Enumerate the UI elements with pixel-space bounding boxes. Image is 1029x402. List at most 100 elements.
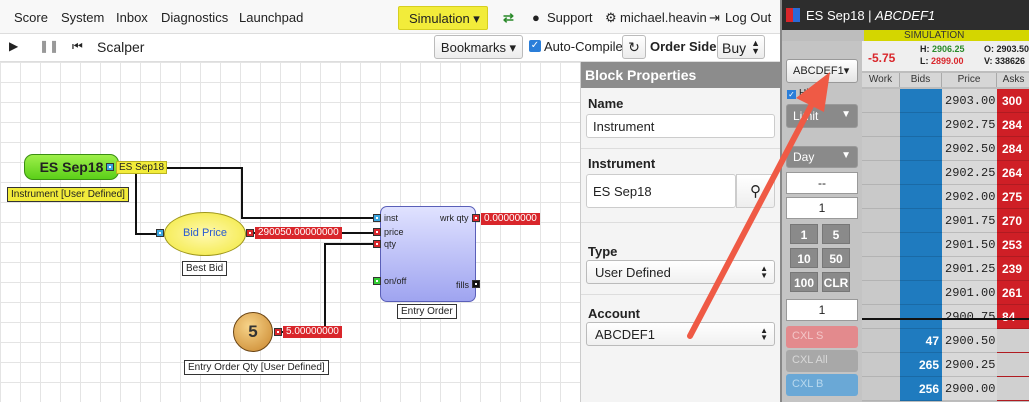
price-cell[interactable]: 2901.75	[942, 209, 997, 233]
bid-cell[interactable]	[900, 233, 942, 257]
swap-icon[interactable]: ⇄	[503, 10, 514, 26]
bid-cell[interactable]	[900, 257, 942, 281]
ask-cell[interactable]: 270	[997, 209, 1029, 233]
qty-button-5[interactable]: 5	[822, 224, 850, 244]
work-cell[interactable]	[862, 137, 900, 161]
price-cell[interactable]: 2902.00	[942, 185, 997, 209]
price-cell[interactable]: 2902.25	[942, 161, 997, 185]
work-cell[interactable]	[862, 113, 900, 137]
clear-button[interactable]: CLR	[822, 272, 850, 292]
work-cell[interactable]	[862, 329, 900, 353]
simulation-dropdown[interactable]: Simulation ▾	[398, 6, 488, 30]
wrk-qty-port[interactable]	[472, 214, 480, 222]
price-cell[interactable]: 2900.75	[942, 305, 997, 329]
nav-inbox[interactable]: Inbox	[116, 10, 148, 25]
fills-port[interactable]	[472, 280, 480, 288]
qty-output-port[interactable]	[274, 328, 282, 336]
search-icon[interactable]: ⚲	[736, 174, 775, 208]
cancel-buys-button[interactable]: CXL B	[786, 374, 858, 396]
price-cell[interactable]: 2901.50	[942, 233, 997, 257]
user-menu[interactable]: michael.heavin	[620, 10, 707, 25]
tif-select[interactable]: Day ▼	[786, 146, 858, 168]
price-port[interactable]	[373, 228, 381, 236]
pause-icon[interactable]: ❚❚	[39, 39, 59, 53]
auto-compile-checkbox[interactable]: ✓	[529, 40, 541, 52]
price-cell[interactable]: 2902.50	[942, 137, 997, 161]
order-type-select[interactable]: Limit ▼	[786, 104, 858, 128]
instrument-input[interactable]: ES Sep18	[586, 174, 736, 208]
work-cell[interactable]	[862, 209, 900, 233]
work-cell[interactable]	[862, 233, 900, 257]
work-cell[interactable]	[862, 353, 900, 377]
bid-cell[interactable]	[900, 305, 942, 329]
instrument-block[interactable]: ES Sep18	[24, 154, 119, 180]
refresh-icon[interactable]: ↻	[622, 35, 646, 59]
qty-button-10[interactable]: 10	[790, 248, 818, 268]
type-select[interactable]: User Defined ▲ ▼	[586, 260, 775, 284]
ask-cell[interactable]: 84	[997, 305, 1029, 329]
price-field[interactable]: --	[786, 172, 858, 194]
play-icon[interactable]: ▶	[9, 39, 18, 53]
onoff-port[interactable]	[373, 277, 381, 285]
price-cell[interactable]: 2901.00	[942, 281, 997, 305]
support-link[interactable]: Support	[547, 10, 593, 25]
quantity-field-2[interactable]: 1	[786, 299, 858, 321]
ask-cell[interactable]: 261	[997, 281, 1029, 305]
order-side-select[interactable]: Buy ▲ ▼	[717, 35, 765, 59]
price-cell[interactable]: 2901.25	[942, 257, 997, 281]
nav-launchpad[interactable]: Launchpad	[239, 10, 303, 25]
price-cell[interactable]: 2900.50	[942, 329, 997, 353]
nav-system[interactable]: System	[61, 10, 104, 25]
price-cell[interactable]: 2900.25	[942, 353, 997, 377]
inst-port[interactable]	[373, 214, 381, 222]
bid-price-block[interactable]: Bid Price	[164, 212, 246, 256]
bookmarks-button[interactable]: Bookmarks ▾	[434, 35, 523, 59]
ask-cell[interactable]: 239	[997, 257, 1029, 281]
name-input[interactable]: Instrument	[586, 114, 775, 138]
account-button[interactable]: ABCDEF1▾	[786, 59, 858, 83]
bid-cell[interactable]	[900, 137, 942, 161]
price-cell[interactable]: 2902.75	[942, 113, 997, 137]
nav-diagnostics[interactable]: Diagnostics	[161, 10, 228, 25]
bid-cell[interactable]	[900, 185, 942, 209]
work-cell[interactable]	[862, 305, 900, 329]
work-cell[interactable]	[862, 161, 900, 185]
bid-cell[interactable]: 256	[900, 377, 942, 401]
ask-cell[interactable]: 264	[997, 161, 1029, 185]
strategy-canvas[interactable]: ES Sep18 ES Sep18 Instrument [User Defin…	[0, 62, 580, 402]
bid-cell[interactable]	[900, 161, 942, 185]
ask-cell[interactable]: 253	[997, 233, 1029, 257]
cancel-sells-button[interactable]: CXL S	[786, 326, 858, 348]
bid-cell[interactable]	[900, 113, 942, 137]
qty-button-50[interactable]: 50	[822, 248, 850, 268]
price-cell[interactable]: 2900.00	[942, 377, 997, 401]
bid-cell[interactable]	[900, 281, 942, 305]
ask-cell[interactable]: 284	[997, 113, 1029, 137]
quantity-field[interactable]: 1	[786, 197, 858, 219]
bid-input-port[interactable]	[156, 229, 164, 237]
ask-cell[interactable]	[997, 329, 1029, 353]
bid-output-port[interactable]	[246, 229, 254, 237]
qty-block[interactable]: 5	[233, 312, 273, 352]
work-cell[interactable]	[862, 185, 900, 209]
bid-cell[interactable]	[900, 89, 942, 113]
ask-cell[interactable]	[997, 377, 1029, 401]
ask-cell[interactable]	[997, 353, 1029, 377]
qty-button-1[interactable]: 1	[790, 224, 818, 244]
account-select[interactable]: ABCDEF1 ▲ ▼	[586, 322, 775, 346]
qty-button-100[interactable]: 100	[790, 272, 818, 292]
instrument-port[interactable]	[106, 163, 114, 171]
work-cell[interactable]	[862, 89, 900, 113]
work-cell[interactable]	[862, 257, 900, 281]
step-back-icon[interactable]: ⏮	[72, 39, 83, 54]
cancel-all-button[interactable]: CXL All	[786, 350, 858, 372]
qty-port[interactable]	[373, 240, 381, 248]
hit-checkbox[interactable]: ✓	[787, 90, 796, 99]
price-cell[interactable]: 2903.00	[942, 89, 997, 113]
work-cell[interactable]	[862, 377, 900, 401]
nav-score[interactable]: Score	[14, 10, 48, 25]
ask-cell[interactable]: 275	[997, 185, 1029, 209]
ask-cell[interactable]: 300	[997, 89, 1029, 113]
work-cell[interactable]	[862, 281, 900, 305]
bid-cell[interactable]: 47	[900, 329, 942, 353]
